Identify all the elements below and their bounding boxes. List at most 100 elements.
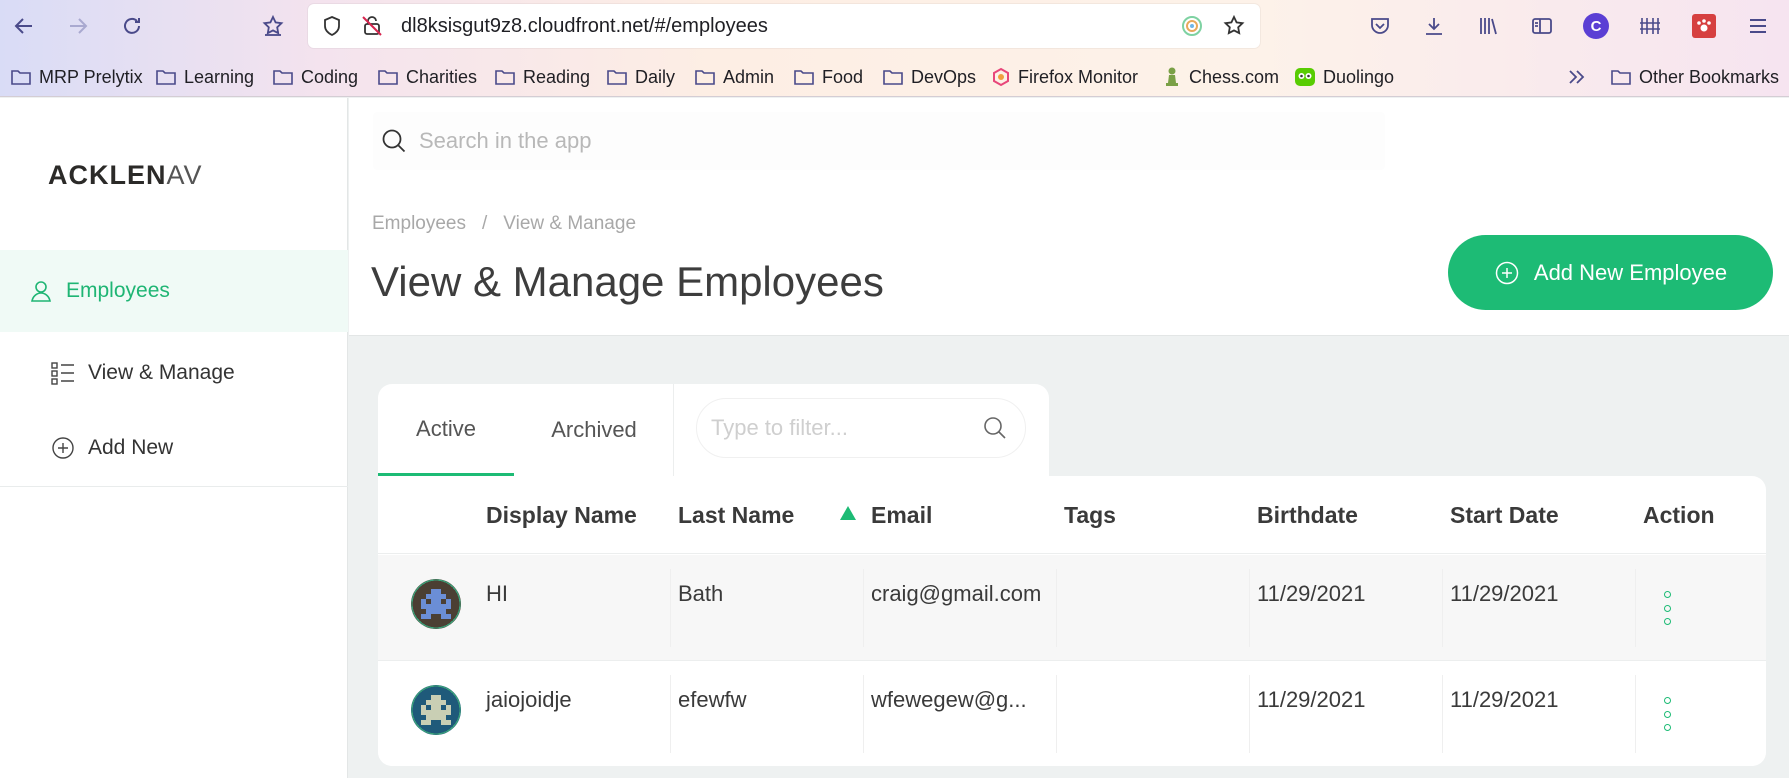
column-header-email[interactable]: Email	[871, 502, 932, 529]
profile-avatar[interactable]: C	[1580, 10, 1612, 42]
bookmark-label: Daily	[635, 66, 676, 87]
column-separator	[863, 675, 864, 753]
column-separator	[1249, 569, 1250, 647]
search-icon	[382, 129, 406, 153]
url-text[interactable]: dl8ksisgut9z8.cloudfront.net/#/employees	[401, 15, 768, 38]
cell-start-date: 11/29/2021	[1450, 687, 1559, 712]
bookmark-label: Food	[822, 66, 864, 87]
other-bookmarks-folder[interactable]: Other Bookmarks	[1610, 64, 1779, 90]
bookmark-star-icon[interactable]	[1222, 14, 1246, 43]
folder-icon	[1611, 70, 1631, 85]
bookmark-folder[interactable]: Admin	[694, 64, 774, 90]
cell-start-date: 11/29/2021	[1450, 581, 1559, 606]
column-separator	[1056, 675, 1057, 753]
table-row[interactable]: jaiojoidje efewfw wfewegew@g... 11/29/20…	[378, 661, 1766, 766]
app-search	[373, 112, 1385, 170]
column-header-last-name[interactable]: Last Name	[678, 502, 794, 529]
forward-icon[interactable]	[62, 10, 94, 42]
breadcrumb-separator: /	[482, 213, 488, 234]
bookmark-label: Charities	[406, 66, 478, 87]
column-separator	[1249, 675, 1250, 753]
shield-icon[interactable]	[320, 14, 344, 43]
menu-icon[interactable]	[1742, 10, 1774, 42]
table-row[interactable]: HI Bath craig@gmail.com 11/29/2021 11/29…	[378, 555, 1766, 661]
filter-input[interactable]	[711, 415, 981, 441]
duolingo-owl-icon	[1295, 68, 1315, 86]
sidebar-toggle-icon[interactable]	[1526, 10, 1558, 42]
column-separator	[1442, 569, 1443, 647]
plus-circle-icon	[52, 437, 74, 459]
row-actions-kebab-icon[interactable]	[1660, 697, 1674, 731]
library-icon[interactable]	[1472, 10, 1504, 42]
bookmark-folder[interactable]: Learning	[155, 64, 254, 90]
cell-display-name: jaiojoidje	[486, 687, 572, 712]
add-new-employee-button[interactable]: Add New Employee	[1448, 235, 1773, 310]
bookmarks-bar: MRP Prelytix Learning Coding Charities R…	[0, 58, 1789, 94]
app-logo[interactable]: ACKLENAV	[48, 160, 203, 191]
chess-pawn-icon	[1166, 67, 1178, 86]
extensions-star-icon[interactable]	[257, 10, 289, 42]
bookmark-label: Coding	[301, 66, 359, 87]
bookmark-label: Firefox Monitor	[1018, 66, 1139, 87]
cell-email: craig@gmail.com	[871, 581, 1042, 606]
downloads-icon[interactable]	[1418, 10, 1450, 42]
app-search-input[interactable]	[419, 128, 1319, 154]
bookmark-folder[interactable]: Coding	[272, 64, 358, 90]
extension-grid-icon[interactable]	[1634, 10, 1666, 42]
column-header-start-date[interactable]: Start Date	[1450, 502, 1559, 529]
bookmark-link[interactable]: Firefox Monitor	[991, 64, 1138, 90]
folder-icon	[495, 70, 515, 85]
list-icon	[51, 362, 74, 385]
bookmark-folder[interactable]: DevOps	[882, 64, 976, 90]
sort-ascending-icon[interactable]	[840, 506, 856, 520]
bookmark-folder[interactable]: Food	[793, 64, 863, 90]
tab-divider	[673, 384, 674, 476]
reload-icon[interactable]	[116, 10, 148, 42]
pocket-icon[interactable]	[1364, 10, 1396, 42]
breadcrumb-view-manage: View & Manage	[503, 213, 637, 234]
sidebar-divider	[0, 486, 348, 487]
cell-display-name: HI	[486, 581, 508, 606]
bookmark-folder[interactable]: Charities	[377, 64, 477, 90]
extension-paw-icon[interactable]	[1688, 10, 1720, 42]
back-icon[interactable]	[8, 10, 40, 42]
folder-icon	[273, 70, 293, 85]
employees-table: Display Name Last Name Email Tags Birthd…	[378, 476, 1766, 766]
tabs-card: Active Archived	[378, 384, 1049, 476]
cell-birthdate: 11/29/2021	[1257, 687, 1366, 712]
tab-active[interactable]: Active	[378, 384, 514, 476]
sidebar-item-view-manage[interactable]: View & Manage	[50, 358, 235, 388]
bookmark-label: Admin	[723, 66, 775, 87]
column-separator	[1056, 569, 1057, 647]
sidebar-item-label: View & Manage	[88, 361, 235, 384]
insecure-lock-icon[interactable]	[360, 14, 384, 43]
url-bar[interactable]: dl8ksisgut9z8.cloudfront.net/#/employees	[308, 4, 1260, 48]
breadcrumb-employees[interactable]: Employees	[372, 213, 466, 235]
column-separator	[863, 569, 864, 647]
bookmark-link[interactable]: Chess.com	[1162, 64, 1279, 90]
column-header-action: Action	[1643, 502, 1715, 528]
column-header-birthdate[interactable]: Birthdate	[1257, 502, 1358, 529]
bookmark-folder[interactable]: Daily	[606, 64, 675, 90]
sidebar-item-employees[interactable]: Employees	[0, 250, 348, 332]
page-title: View & Manage Employees	[371, 258, 884, 305]
column-header-tags[interactable]: Tags	[1064, 502, 1116, 529]
bookmark-link[interactable]: Duolingo	[1294, 64, 1394, 90]
firefox-monitor-icon	[993, 67, 1009, 87]
folder-icon	[11, 70, 31, 85]
column-header-display-name[interactable]: Display Name	[486, 502, 637, 529]
bookmark-folder[interactable]: MRP Prelytix	[10, 64, 143, 90]
folder-icon	[883, 70, 903, 85]
search-icon	[984, 417, 1006, 439]
bookmark-folder[interactable]: Reading	[494, 64, 590, 90]
folder-icon	[695, 70, 715, 85]
cell-email: wfewegew@g...	[871, 687, 1027, 712]
column-separator	[670, 569, 671, 647]
cell-last-name: Bath	[678, 581, 724, 606]
row-actions-kebab-icon[interactable]	[1660, 591, 1674, 625]
extension-icon[interactable]	[1180, 14, 1204, 43]
add-new-employee-label: Add New Employee	[1533, 259, 1728, 285]
more-bookmarks-chevron-icon[interactable]	[1566, 64, 1588, 90]
sidebar-item-add-new[interactable]: Add New	[50, 433, 173, 463]
tab-archived[interactable]: Archived	[514, 384, 674, 476]
